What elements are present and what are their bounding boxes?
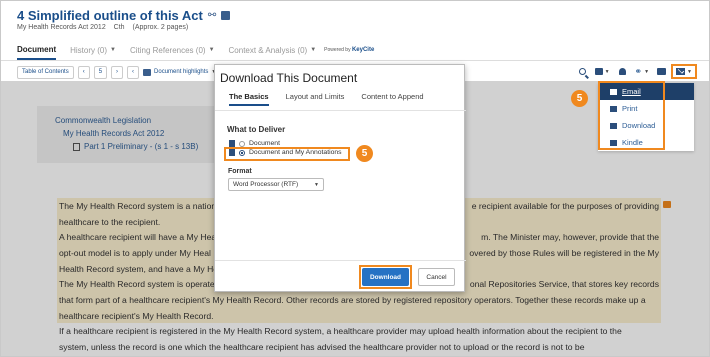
- chevron-down-icon: ▼: [687, 68, 692, 75]
- act-name: My Health Records Act 2012: [17, 24, 106, 31]
- radio-button[interactable]: [239, 140, 245, 147]
- tab-citing-references[interactable]: Citing References (0) ▼: [130, 40, 215, 60]
- download-button[interactable]: Download: [362, 268, 409, 286]
- document-highlights-label: Document highlights: [154, 69, 209, 75]
- format-select[interactable]: Word Processor (RTF) ▼: [228, 178, 324, 191]
- chevron-down-icon: ▼: [110, 47, 116, 53]
- chevron-down-icon: ▼: [604, 68, 610, 75]
- tab-history[interactable]: History (0) ▼: [70, 40, 116, 60]
- powered-by-keycite: Powered by KeyCite: [324, 47, 375, 53]
- dialog-title: Download This Document: [220, 71, 358, 85]
- highlight-box: [598, 81, 665, 150]
- page-estimate: (Approx. 2 pages): [132, 24, 189, 31]
- chevron-down-icon: ▼: [208, 47, 215, 53]
- document-icon: [229, 140, 235, 147]
- divider: [1, 60, 709, 61]
- link-icon: ⚭: [634, 66, 643, 76]
- section-title: What to Deliver: [227, 125, 286, 134]
- chevron-down-icon: ▼: [310, 47, 317, 53]
- divider: [215, 260, 466, 261]
- document-title-row: 4 Simplified outline of this Act ⚯: [17, 8, 231, 23]
- bell-icon: [618, 68, 626, 75]
- radio-button[interactable]: [239, 149, 245, 156]
- jurisdiction: Cth: [113, 24, 125, 31]
- search-icon: [578, 68, 586, 75]
- dialog-tabs: The Basics Layout and Limits Content to …: [229, 92, 424, 106]
- option-document-and-annotations[interactable]: Document and My Annotations: [229, 149, 342, 156]
- chevron-down-icon: ▼: [314, 181, 319, 188]
- step-badge: 5: [571, 90, 588, 107]
- option-document[interactable]: Document: [229, 140, 280, 147]
- cancel-button[interactable]: Cancel: [418, 268, 455, 286]
- deliver-button[interactable]: ▼: [671, 64, 697, 79]
- tab-document[interactable]: Document: [17, 40, 57, 60]
- document-annotation-icon: [229, 149, 235, 156]
- next-page-button[interactable]: ›: [111, 65, 124, 79]
- tab-layout-and-limits[interactable]: Layout and Limits: [286, 92, 345, 106]
- alerts-button[interactable]: [615, 64, 630, 79]
- highlighter-icon: [143, 68, 152, 76]
- format-label: Format: [228, 168, 252, 175]
- document-tabs: Document History (0) ▼ Citing References …: [17, 40, 374, 60]
- folder-icon: [657, 68, 667, 75]
- annotation-icon: [594, 68, 603, 75]
- download-dialog: Download This Document The Basics Layout…: [214, 64, 466, 292]
- save-to-folder-button[interactable]: [654, 64, 669, 79]
- search-button[interactable]: [575, 64, 590, 79]
- tab-content-to-append[interactable]: Content to Append: [361, 92, 423, 106]
- tab-the-basics[interactable]: The Basics: [229, 92, 269, 106]
- right-toolbar: ▼ ⚭ ▼ ▼: [575, 64, 697, 79]
- step-badge: 5: [356, 145, 373, 162]
- tab-context-analysis[interactable]: Context & Analysis (0) ▼: [229, 40, 317, 60]
- document-title: 4 Simplified outline of this Act: [17, 8, 203, 23]
- link-icon[interactable]: ⚯: [208, 10, 216, 21]
- page-number-input[interactable]: 5: [93, 65, 108, 79]
- document-highlights-button[interactable]: Document highlights ▼: [143, 68, 216, 76]
- document-subtitle: My Health Records Act 2012 Cth (Approx. …: [17, 24, 194, 31]
- app-window: 4 Simplified outline of this Act ⚯ My He…: [0, 0, 710, 357]
- divider: [215, 110, 466, 111]
- collapse-button[interactable]: ‹: [127, 65, 140, 79]
- chevron-down-icon: ▼: [644, 68, 650, 75]
- envelope-icon: [676, 68, 686, 75]
- link-button[interactable]: ⚭ ▼: [632, 64, 653, 79]
- previous-page-button[interactable]: ‹: [77, 65, 90, 79]
- table-of-contents-button[interactable]: Table of Contents: [17, 65, 74, 79]
- note-icon[interactable]: [221, 11, 231, 20]
- document-toolbar: Table of Contents ‹ 5 › ‹ Document highl…: [17, 65, 216, 79]
- annotate-button[interactable]: ▼: [592, 64, 613, 79]
